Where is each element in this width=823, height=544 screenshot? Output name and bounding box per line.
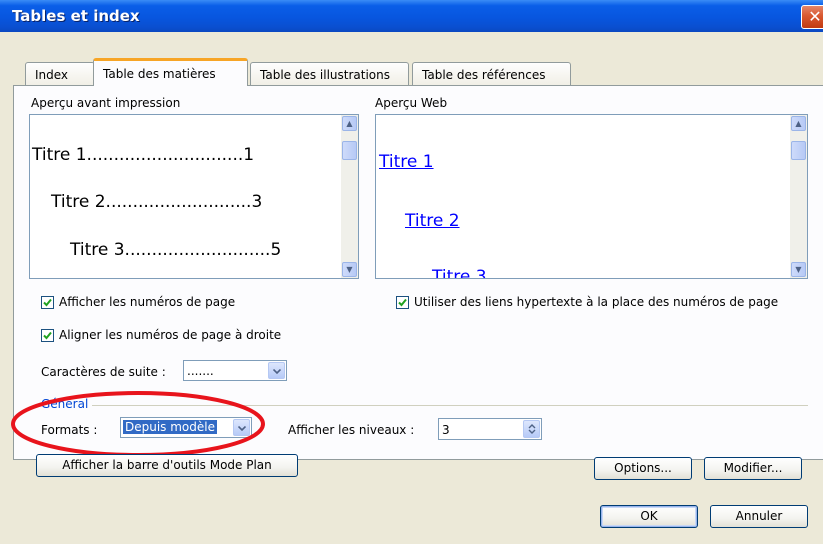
print-preview-box: Titre 1.............................1 Ti…: [29, 114, 359, 279]
check-mark-icon: [43, 331, 52, 340]
tables-index-dialog: Tables et index ✕ Index Table des matièr…: [0, 0, 823, 544]
web-link-1[interactable]: Titre 1: [379, 152, 434, 172]
web-link-3[interactable]: Titre 3: [432, 267, 487, 278]
use-hyperlinks-label[interactable]: Utiliser des liens hypertexte à la place…: [414, 295, 778, 309]
use-hyperlinks-checkbox[interactable]: [396, 296, 409, 309]
web-link-2[interactable]: Titre 2: [405, 211, 460, 231]
levels-label: Afficher les niveaux :: [288, 423, 415, 437]
close-button[interactable]: ✕: [801, 5, 823, 29]
web-scroll-up-arrow-icon[interactable]: ▲: [791, 116, 806, 131]
toc-line-3: Titre 3...........................5: [70, 240, 282, 260]
cancel-button[interactable]: Annuler: [710, 505, 808, 528]
align-right-label[interactable]: Aligner les numéros de page à droite: [59, 328, 281, 342]
annotation-ellipse: [11, 391, 265, 457]
options-button[interactable]: Options...: [594, 457, 692, 480]
web-preview-label: Aperçu Web: [375, 96, 447, 110]
show-page-numbers-checkbox[interactable]: [41, 296, 54, 309]
print-preview-scrollbar[interactable]: ▲ ▼: [341, 115, 358, 278]
web-preview-label-text: Aperçu Web: [375, 96, 448, 110]
levels-value: 3: [442, 423, 450, 437]
tab-table-des-references[interactable]: Table des références: [412, 62, 571, 85]
web-preview-scrollbar[interactable]: ▲ ▼: [790, 115, 807, 278]
toc-line-1: Titre 1.............................1: [32, 145, 255, 165]
levels-spinner[interactable]: 3: [438, 418, 542, 440]
check-mark-icon: [398, 298, 407, 307]
web-scroll-thumb[interactable]: [791, 141, 806, 160]
tab-table-des-illustrations[interactable]: Table des illustrations: [250, 62, 409, 85]
tab-leader-value: .......: [187, 364, 214, 378]
scroll-down-arrow-icon[interactable]: ▼: [342, 262, 357, 277]
tab-leader-label: Caractères de suite :: [41, 365, 166, 379]
tab-index[interactable]: Index: [25, 62, 95, 85]
outline-toolbar-button[interactable]: Afficher la barre d'outils Mode Plan: [36, 454, 298, 477]
web-scroll-down-arrow-icon[interactable]: ▼: [791, 262, 806, 277]
dialog-title: Tables et index: [12, 7, 140, 25]
align-right-checkbox[interactable]: [41, 329, 54, 342]
scroll-up-arrow-icon[interactable]: ▲: [342, 116, 357, 131]
show-page-numbers-label[interactable]: Afficher les numéros de page: [59, 295, 235, 309]
title-bar[interactable]: Tables et index ✕: [0, 0, 823, 32]
modify-button[interactable]: Modifier...: [704, 457, 802, 480]
print-preview-label: Aperçu avant impression: [31, 96, 181, 110]
chevron-down-icon[interactable]: [268, 362, 285, 379]
check-mark-icon: [43, 298, 52, 307]
tab-table-des-matieres[interactable]: Table des matières: [93, 58, 248, 86]
scroll-thumb[interactable]: [342, 141, 357, 160]
toc-line-2: Titre 2...........................3: [51, 192, 263, 212]
ok-button[interactable]: OK: [600, 505, 698, 528]
spinner-arrows-icon[interactable]: [523, 420, 540, 438]
web-preview-box: Titre 1 Titre 2 Titre 3 ▲ ▼: [375, 114, 808, 279]
tab-leader-select[interactable]: .......: [183, 360, 287, 381]
